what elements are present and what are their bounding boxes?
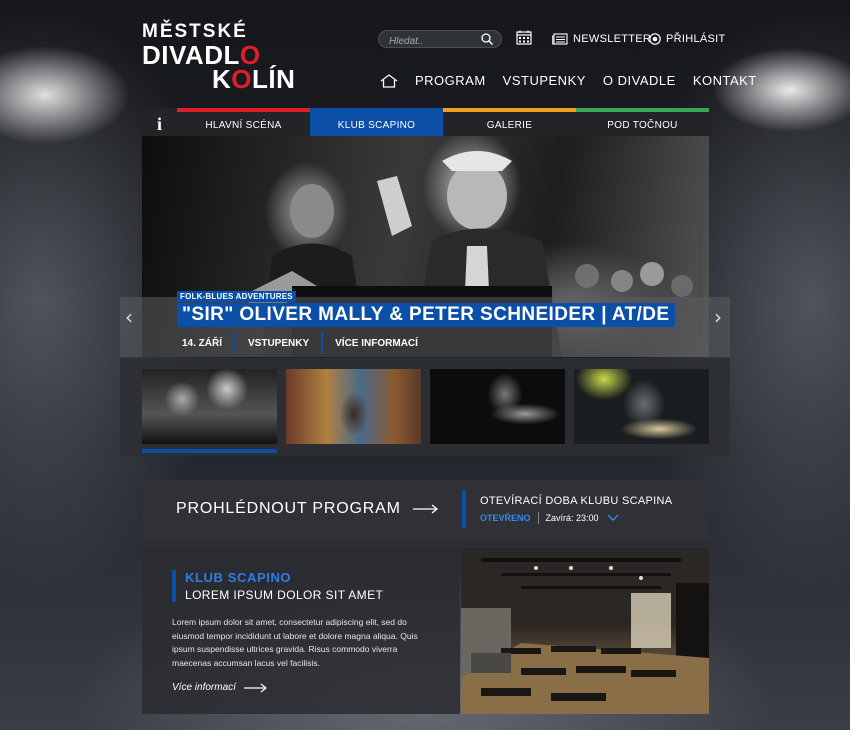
hero-meta: 14. ZÁŘÍ VSTUPENKY VÍCE INFORMACÍ (182, 332, 418, 354)
club-interior-image (461, 548, 709, 714)
venue-tabs: i HLAVNÍ SCÉNA KLUB SCAPINO GALERIE POD … (142, 108, 709, 136)
site-logo[interactable]: MĚSTSKÉ DIVADLO KOLÍN (142, 22, 295, 92)
newsletter-link[interactable]: NEWSLETTER (552, 33, 651, 45)
search-icon[interactable] (481, 33, 493, 45)
arrow-right-icon (243, 683, 267, 692)
tab-hlavni-scena[interactable]: HLAVNÍ SCÉNA (177, 108, 310, 136)
program-box: PROHLÉDNOUT PROGRAM OTEVÍRACÍ DOBA KLUBU… (142, 480, 709, 541)
newsletter-label: NEWSLETTER (573, 33, 652, 45)
club-kicker: KLUB SCAPINO (185, 570, 292, 585)
club-more-label: Více informací (172, 682, 236, 693)
nav-item-o-divadle[interactable]: O DIVADLE (603, 73, 676, 88)
program-label: PROHLÉDNOUT PROGRAM (176, 500, 401, 517)
chevron-right-icon[interactable]: › (714, 305, 722, 329)
club-photo[interactable] (461, 548, 709, 714)
thumbnail-2[interactable] (286, 369, 421, 444)
home-icon[interactable] (380, 73, 398, 88)
thumbnail-1[interactable] (142, 369, 277, 444)
search-input[interactable] (379, 33, 479, 50)
hero-tickets-link[interactable]: VSTUPENKY (248, 338, 309, 349)
search-box (378, 30, 502, 50)
nav-item-vstupenky[interactable]: VSTUPENKY (503, 73, 586, 88)
hero-kicker: FOLK-BLUES ADVENTURES (177, 291, 296, 302)
divider (234, 332, 237, 354)
main-nav: PROGRAM VSTUPENKY O DIVADLE KONTAKT (380, 73, 774, 88)
club-title: LOREM IPSUM DOLOR SIT AMET (185, 588, 384, 602)
login-link[interactable]: PŘIHLÁSIT (649, 33, 726, 45)
hero-date: 14. ZÁŘÍ (182, 337, 223, 349)
thumbnail-3[interactable] (430, 369, 565, 444)
opening-hours-status[interactable]: OTEVŘENO Zavírá: 23:00 (480, 512, 672, 524)
status-badge: OTEVŘENO (480, 513, 531, 523)
thumbnail-active-indicator (142, 449, 277, 453)
hero-more-link[interactable]: VÍCE INFORMACÍ (335, 338, 418, 349)
calendar-icon[interactable] (516, 30, 532, 45)
thumbnail-strip (120, 358, 730, 456)
tab-pod-tocnou[interactable]: POD TOČNOU (576, 108, 709, 136)
opening-hours: OTEVÍRACÍ DOBA KLUBU SCAPINA OTEVŘENO Za… (462, 491, 672, 528)
hero-title[interactable]: "SIR" OLIVER MALLY & PETER SCHNEIDER | A… (177, 303, 675, 327)
nav-item-program[interactable]: PROGRAM (415, 73, 486, 88)
login-label: PŘIHLÁSIT (666, 33, 726, 45)
club-heading: KLUB SCAPINO LOREM IPSUM DOLOR SIT AMET (172, 570, 383, 602)
divider (537, 512, 539, 524)
nav-item-kontakt[interactable]: KONTAKT (693, 73, 757, 88)
thumbnail-4[interactable] (574, 369, 709, 444)
user-icon (649, 33, 661, 45)
logo-text: K (212, 64, 232, 94)
info-icon[interactable]: i (142, 108, 177, 136)
logo-line-3: KOLÍN (212, 66, 295, 92)
tab-klub-scapino[interactable]: KLUB SCAPINO (310, 108, 443, 136)
program-link[interactable]: PROHLÉDNOUT PROGRAM (176, 500, 439, 518)
chevron-down-icon (607, 514, 619, 521)
tab-galerie[interactable]: GALERIE (443, 108, 576, 136)
club-section: KLUB SCAPINO LOREM IPSUM DOLOR SIT AMET … (142, 548, 460, 714)
logo-text: LÍN (252, 64, 296, 94)
logo-text-red: O (231, 64, 253, 94)
club-description: Lorem ipsum dolor sit amet, consectetur … (172, 617, 418, 668)
club-more-link[interactable]: Více informací (172, 682, 268, 693)
logo-line-1: MĚSTSKÉ (142, 21, 248, 42)
arrow-right-icon (412, 504, 438, 514)
divider (321, 332, 324, 354)
closing-time: Zavírá: 23:00 (545, 513, 599, 523)
newspaper-icon (552, 33, 568, 45)
opening-hours-title: OTEVÍRACÍ DOBA KLUBU SCAPINA (480, 495, 673, 507)
chevron-left-icon[interactable]: ‹ (125, 305, 133, 329)
